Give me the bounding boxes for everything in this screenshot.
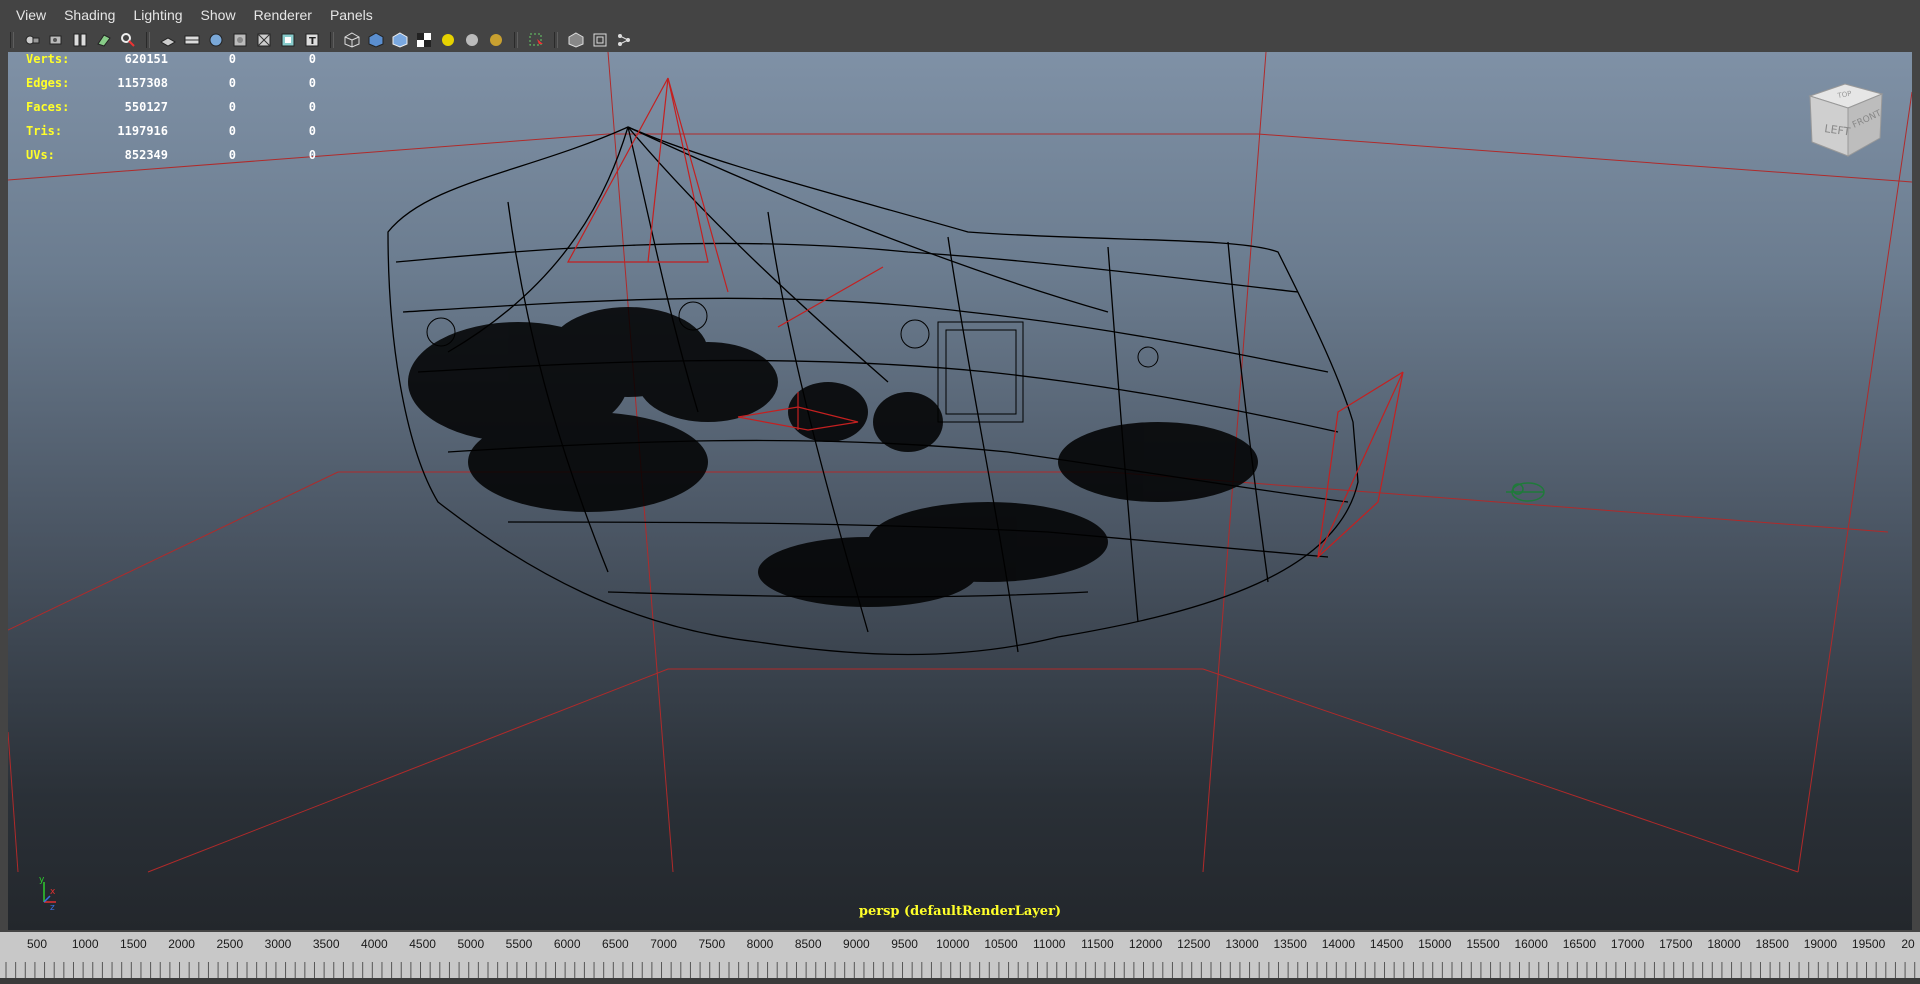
hud-components: 0: [308, 100, 316, 114]
menu-view[interactable]: View: [0, 7, 56, 23]
panel-toolbar: T: [0, 29, 1920, 51]
camera-attributes-icon[interactable]: [47, 31, 65, 49]
toolbar-separator: [330, 32, 334, 48]
gate-mask-icon[interactable]: [231, 31, 249, 49]
axis-x-label: x: [50, 887, 56, 897]
hud-selected: 0: [228, 100, 236, 114]
dense-mesh-masses: [408, 307, 1258, 607]
hud-components: 0: [308, 148, 316, 162]
menu-lighting[interactable]: Lighting: [125, 7, 192, 23]
shaded-wireframe-icon[interactable]: [391, 31, 409, 49]
time-slider-ruler: [5, 962, 1916, 978]
svg-text:T: T: [309, 36, 316, 47]
perspective-viewport[interactable]: Verts: 620151 0 0 Edges: 1157308 0 0 Fac…: [8, 52, 1912, 930]
2d-pan-zoom-icon[interactable]: [119, 31, 137, 49]
hud-label: Verts:: [26, 52, 70, 66]
hud-components: 0: [308, 124, 316, 138]
wireframe-icon[interactable]: [343, 31, 361, 49]
hud-components: 0: [308, 52, 316, 66]
shadows-icon[interactable]: [487, 31, 505, 49]
menu-panels[interactable]: Panels: [322, 7, 383, 23]
xray-icon[interactable]: [567, 31, 585, 49]
isolate-select-icon[interactable]: [527, 31, 545, 49]
hud-components: 0: [308, 76, 316, 90]
default-light-icon[interactable]: [439, 31, 457, 49]
hud-total: 550127: [124, 100, 168, 114]
image-plane-icon[interactable]: [95, 31, 113, 49]
camera-name-label: persp (defaultRenderLayer): [858, 904, 1062, 919]
hud-selected: 0: [228, 76, 236, 90]
hud-label: Tris:: [26, 124, 63, 138]
resolution-gate-icon[interactable]: [207, 31, 225, 49]
bookmarks-icon[interactable]: [71, 31, 89, 49]
toolbar-separator: [146, 32, 150, 48]
hud-total: 1157308: [117, 76, 168, 90]
range-slider-strip[interactable]: [0, 978, 1920, 984]
smooth-shade-icon[interactable]: [367, 31, 385, 49]
toolbar-separator: [554, 32, 558, 48]
scene-wireframe: [8, 52, 1912, 873]
camera-select-icon[interactable]: [23, 31, 41, 49]
field-chart-icon[interactable]: [255, 31, 273, 49]
panel-menubar: View Shading Lighting Show Renderer Pane…: [0, 0, 1920, 29]
textured-icon[interactable]: [415, 31, 433, 49]
hud-label: UVs:: [26, 148, 55, 162]
safe-title-icon[interactable]: T: [303, 31, 321, 49]
menu-shading[interactable]: Shading: [56, 7, 125, 23]
hud-label: Edges:: [26, 76, 70, 90]
film-gate-icon[interactable]: [183, 31, 201, 49]
menu-show[interactable]: Show: [193, 7, 246, 23]
all-lights-icon[interactable]: [463, 31, 481, 49]
grid-icon[interactable]: [159, 31, 177, 49]
safe-action-icon[interactable]: [279, 31, 297, 49]
menu-renderer[interactable]: Renderer: [246, 7, 322, 23]
hud-total: 1197916: [117, 124, 168, 138]
hud-selected: 0: [228, 148, 236, 162]
time-slider[interactable]: 500 1000 1500 2000 2500 3000 3500 4000 4500 5000 5…: [0, 932, 1920, 984]
xray-joints-icon[interactable]: [591, 31, 609, 49]
axis-y-label: y: [39, 875, 45, 885]
toolbar-separator: [514, 32, 518, 48]
time-slider-track[interactable]: 500 1000 1500 2000 2500 3000 3500 4000 4500 5000 5…: [0, 932, 1920, 978]
hud-total: 852349: [124, 148, 168, 162]
xray-components-icon[interactable]: [615, 31, 633, 49]
hud-total: 620151: [124, 52, 168, 66]
toolbar-separator: [10, 32, 14, 48]
camera-frustum-lines: [8, 52, 1912, 873]
viewcube-icon[interactable]: LEFT FRONT TOP: [1800, 76, 1890, 166]
hud-label: Faces:: [26, 100, 70, 114]
hud-selected: 0: [228, 52, 236, 66]
green-locator: [1506, 482, 1545, 502]
hud-selected: 0: [228, 124, 236, 138]
